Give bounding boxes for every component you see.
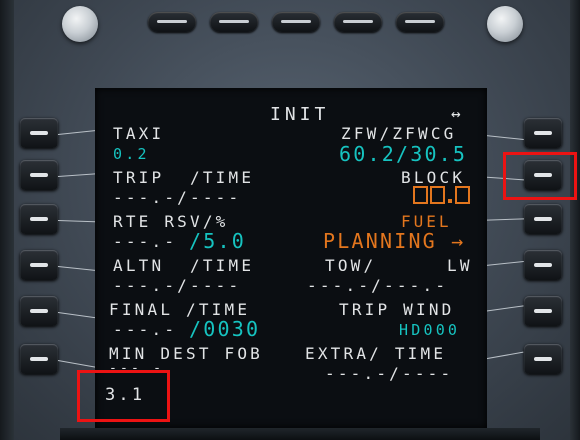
- brightness-knob-right[interactable]: [487, 6, 523, 42]
- lsk-6r[interactable]: [524, 344, 562, 374]
- slew-arrows-icon: ↔: [451, 104, 464, 123]
- fuel-planning-prompt: PLANNING →: [323, 229, 466, 253]
- block-label: BLOCK: [401, 168, 466, 187]
- final-time-value: /0030: [189, 317, 261, 341]
- rte-rsv-percent: /5.0: [189, 229, 246, 253]
- top-key-5[interactable]: [396, 12, 444, 32]
- lsk-6l[interactable]: [20, 344, 58, 374]
- rte-rsv-value: ---.-: [113, 232, 178, 251]
- zfw-value: 60.2/30.5: [339, 142, 468, 166]
- altn-label: ALTN /TIME: [113, 256, 255, 275]
- lsk-4l[interactable]: [20, 250, 58, 280]
- trip-value: ---.-/----: [113, 188, 242, 207]
- lsk-3r[interactable]: [524, 204, 562, 234]
- altn-value: ---.-/----: [113, 276, 242, 295]
- lw-label: LW: [447, 256, 473, 275]
- tow-label: TOW/: [325, 256, 377, 275]
- rte-rsv-label: RTE RSV/%: [113, 212, 229, 231]
- taxi-label: TAXI: [113, 124, 165, 143]
- final-value: ---.-: [113, 320, 178, 339]
- lsk-4r[interactable]: [524, 250, 562, 280]
- lsk-2l[interactable]: [20, 160, 58, 190]
- trip-label: TRIP /TIME: [113, 168, 255, 187]
- extra-label: EXTRA/ TIME: [305, 344, 447, 363]
- final-label: FINAL /TIME: [109, 300, 251, 319]
- zfw-label: ZFW/ZFWCG: [341, 124, 457, 143]
- min-dest-fob-label: MIN DEST FOB: [109, 344, 263, 363]
- top-key-1[interactable]: [148, 12, 196, 32]
- keypad-edge: [60, 428, 540, 440]
- lsk-5l[interactable]: [20, 296, 58, 326]
- highlight-min-dest-fob: [77, 370, 170, 422]
- bezel-edge-left: [0, 0, 14, 440]
- extra-value: ---.-/----: [325, 364, 454, 383]
- lsk-1r[interactable]: [524, 118, 562, 148]
- page-title: INIT: [270, 104, 330, 125]
- block-entry-boxes: [413, 186, 470, 204]
- lsk-1l[interactable]: [20, 118, 58, 148]
- bezel-edge-right: [570, 0, 580, 440]
- highlight-block-lsk: [503, 152, 577, 200]
- top-key-3[interactable]: [272, 12, 320, 32]
- trip-wind-value: HD000: [399, 321, 461, 339]
- brightness-knob-left[interactable]: [62, 6, 98, 42]
- tow-lw-value: ---.-/---.-: [307, 276, 449, 295]
- trip-wind-label: TRIP WIND: [339, 300, 455, 319]
- top-key-4[interactable]: [334, 12, 382, 32]
- fuel-label: FUEL: [401, 212, 452, 231]
- lsk-5r[interactable]: [524, 296, 562, 326]
- lsk-3l[interactable]: [20, 204, 58, 234]
- taxi-value: 0.2: [113, 145, 150, 163]
- top-key-2[interactable]: [210, 12, 258, 32]
